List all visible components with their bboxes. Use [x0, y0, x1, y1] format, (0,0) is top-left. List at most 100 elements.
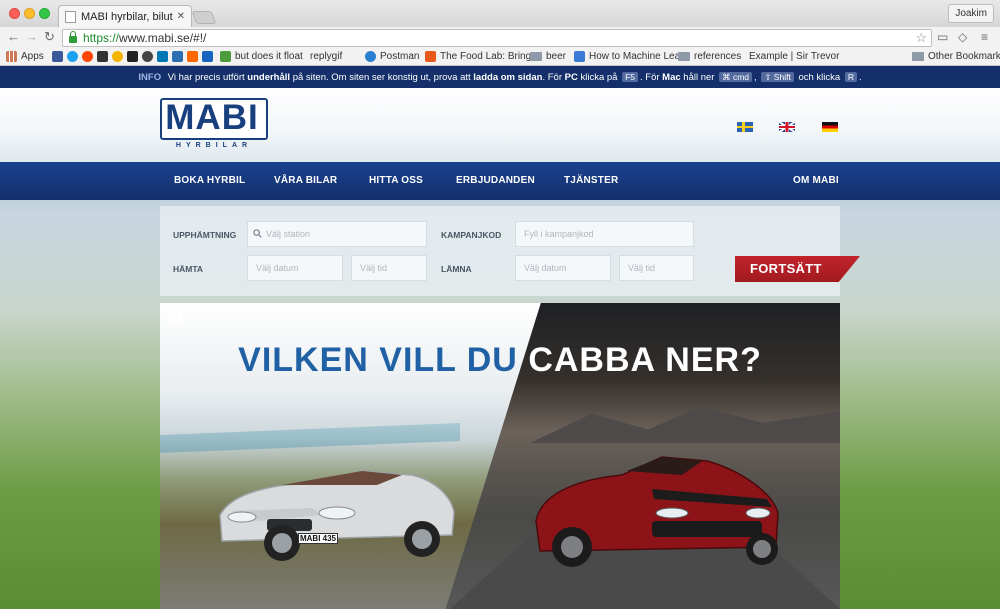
nav-boka-hyrbil[interactable]: BOKA HYRBIL	[174, 162, 245, 200]
bookmark-other[interactable]: Other Bookmarks	[912, 51, 1000, 62]
bookmark-references[interactable]: references	[678, 51, 741, 62]
white-car-illustration	[219, 470, 455, 561]
campaign-code-input[interactable]	[515, 221, 694, 247]
minimize-window-button[interactable]	[24, 8, 35, 19]
octocat-icon[interactable]	[142, 51, 153, 62]
bookmark-postman[interactable]: Postman	[365, 51, 419, 62]
forward-arrow-icon[interactable]: →	[25, 29, 38, 45]
bookmark-apps[interactable]: Apps	[6, 51, 44, 62]
nav-hitta-oss[interactable]: HITTA OSS	[369, 162, 423, 200]
reload-icon[interactable]: ↻	[44, 29, 55, 45]
bookmark-but-does-it-float[interactable]: but does it float	[220, 51, 303, 62]
bookmark-label: beer	[546, 51, 567, 62]
fetch-label: HÄMTA	[173, 264, 204, 274]
return-label: LÄMNA	[441, 264, 472, 274]
folder-icon	[912, 52, 924, 61]
close-tab-icon[interactable]: ✕	[177, 11, 185, 22]
info-text: ,	[754, 72, 757, 83]
pickup-time-input[interactable]	[351, 255, 427, 281]
return-date-input[interactable]	[515, 255, 611, 281]
mabi-logo[interactable]: MABI HYRBILAR	[160, 98, 268, 150]
page-favicon-icon	[65, 10, 76, 23]
site-header: MABI HYRBILAR	[0, 88, 1000, 162]
bookmark-star-icon[interactable]: ☆	[915, 30, 927, 46]
back-arrow-icon[interactable]: ←	[7, 29, 20, 45]
url-text: www.mabi.se/#!/	[119, 31, 207, 45]
chat-icon[interactable]	[112, 51, 123, 62]
url-scheme: https://	[83, 31, 120, 45]
info-text: .	[858, 72, 862, 83]
bookmark-label: How to Machine Lea	[589, 51, 681, 62]
bookmarks-bar: Apps but does it float replygif Postman …	[0, 48, 1000, 128]
bookmark-machine-learning[interactable]: How to Machine Lea	[574, 51, 680, 62]
nav-vara-bilar[interactable]: VÅRA BILAR	[274, 162, 337, 200]
bookmark-sir-trevor[interactable]: Example | Sir Trevor	[749, 51, 840, 128]
booking-form	[160, 206, 840, 296]
bookmark-replygif[interactable]: replygif	[310, 51, 342, 128]
nav-tjanster[interactable]: TJÄNSTER	[564, 162, 618, 200]
hacker-news-icon[interactable]	[187, 51, 198, 62]
bookmark-food-lab[interactable]: The Food Lab: Bring	[425, 51, 531, 62]
folder-icon	[678, 52, 690, 61]
browser-tab[interactable]: MABI hyrbilar, biluthyrning ✕	[58, 5, 192, 27]
bookmark-label: The Food Lab: Bring	[440, 51, 532, 62]
info-text: . För	[640, 72, 660, 83]
bookmark-label: Example | Sir Trevor	[749, 51, 840, 62]
info-bold-text: Mac	[662, 72, 681, 83]
uk-flag-icon[interactable]	[779, 122, 795, 132]
tab-title: MABI hyrbilar, biluthyrning	[81, 10, 173, 23]
nav-erbjudanden[interactable]: ERBJUDANDEN	[456, 162, 535, 200]
page-icon	[574, 51, 585, 62]
return-time-input[interactable]	[619, 255, 694, 281]
logo-subtitle: HYRBILAR	[175, 142, 253, 149]
german-flag-icon[interactable]	[822, 122, 838, 132]
pickup-label: UPPHÄMTNING	[173, 230, 237, 240]
bookmark-beer[interactable]: beer	[530, 51, 566, 62]
github-icon[interactable]	[97, 51, 108, 62]
reddit-icon[interactable]	[82, 51, 93, 62]
main-navigation: BOKA HYRBIL VÅRA BILAR HITTA OSS ERBJUDA…	[0, 162, 1000, 200]
info-bold-text: PC	[564, 72, 578, 83]
dark-site-icon[interactable]	[127, 51, 138, 62]
pickup-date-input[interactable]	[247, 255, 343, 281]
bookmark-label: Postman	[380, 51, 420, 62]
cast-icon[interactable]: ▭	[937, 30, 948, 44]
station-input[interactable]	[247, 221, 427, 247]
red-car-illustration	[535, 456, 779, 567]
nav-om-mabi[interactable]: OM MABI	[793, 162, 839, 200]
twitter-icon[interactable]	[67, 51, 78, 62]
headline-right: CABBA NER?	[528, 341, 762, 379]
white-convertible-image: MABI 435	[212, 453, 457, 563]
facebook-icon[interactable]	[52, 51, 63, 62]
linkedin-icon[interactable]	[157, 51, 168, 62]
address-bar[interactable]: https:// www.mabi.se/#!/ ☆	[62, 29, 932, 47]
trello-icon[interactable]	[202, 51, 213, 62]
profile-button[interactable]: Joakim	[948, 4, 994, 23]
key-shift: ⇧ Shift	[761, 72, 794, 82]
key-f5: F5	[622, 72, 638, 82]
close-window-button[interactable]	[9, 8, 20, 19]
extension-shield-icon[interactable]: ◇	[958, 30, 967, 44]
license-plate: MABI 435	[298, 533, 338, 544]
menu-icon[interactable]: ≡	[981, 30, 988, 44]
logo-wordmark: MABI	[165, 98, 259, 137]
site-icon[interactable]	[172, 51, 183, 62]
postman-icon	[365, 51, 376, 62]
info-tag: INFO	[138, 72, 162, 83]
swedish-flag-icon[interactable]	[737, 122, 753, 132]
reload-page-link[interactable]: ladda om sidan	[473, 72, 542, 83]
info-text: på siten. Om siten ser konstig ut, prova…	[292, 72, 471, 83]
search-icon	[253, 229, 262, 238]
info-text: håll ner	[683, 72, 715, 83]
new-tab-button[interactable]	[191, 11, 217, 24]
headline-left: VILKEN VILL DU	[238, 341, 518, 379]
hero-banner[interactable]: VILKEN VILL DU CABBA NER? MABI 435	[160, 303, 840, 609]
info-bold-text: underhåll	[247, 72, 291, 83]
maximize-window-button[interactable]	[39, 8, 50, 19]
red-convertible-image	[532, 451, 780, 569]
browser-toolbar: ← → ↻ https:// www.mabi.se/#!/ ☆ ▭ ◇ ≡	[0, 27, 1000, 48]
bookmark-label: Apps	[21, 51, 44, 62]
food-lab-icon	[425, 51, 436, 62]
continue-button[interactable]: FORTSÄTT	[735, 256, 860, 282]
bookmark-label: references	[694, 51, 742, 62]
